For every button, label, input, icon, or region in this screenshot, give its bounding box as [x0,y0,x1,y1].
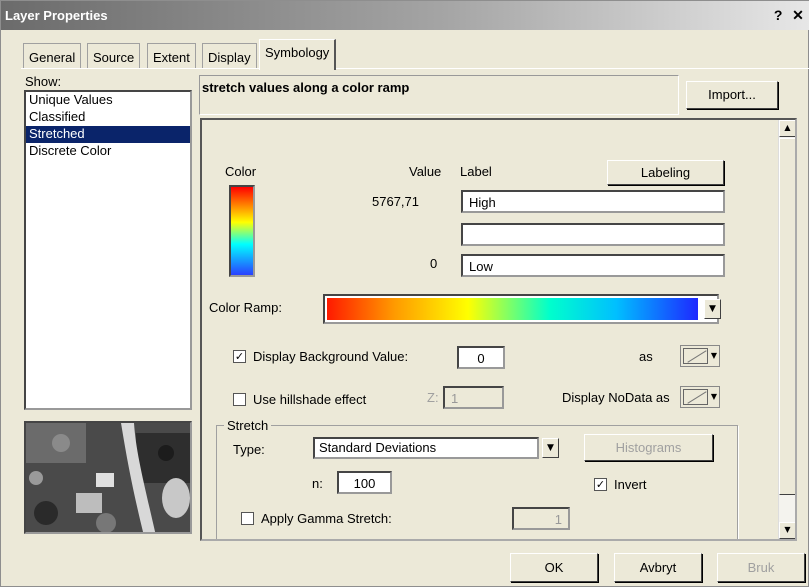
show-item-discrete-color[interactable]: Discrete Color [26,143,190,160]
stretch-type-dropdown-arrow[interactable]: ▼ [542,438,559,458]
gamma-stretch-checkbox[interactable] [241,512,254,525]
color-header: Color [225,164,257,179]
tab-extent[interactable]: Extent [147,43,196,69]
color-ramp-legend[interactable] [229,185,255,277]
chevron-down-icon: ▼ [710,392,717,401]
cancel-button[interactable]: Avbryt [614,553,702,582]
stretch-group-title: Stretch [224,418,272,433]
no-color-swatch-icon [683,389,708,405]
renderer-description: stretch values along a color ramp [199,75,679,115]
stretch-type-select[interactable]: Standard Deviations [313,437,539,459]
invert-checkbox[interactable]: ✓ [594,478,607,491]
value-header: Value [409,164,442,179]
tab-symbology[interactable]: Symbology [259,39,337,70]
color-ramp-dropdown-arrow[interactable]: ▼ [704,299,721,319]
labeling-button[interactable]: Labeling [607,160,724,185]
import-button[interactable]: Import... [686,81,778,109]
hillshade-checkbox[interactable] [233,393,246,406]
background-color-picker[interactable]: ▼ [680,345,720,367]
chevron-down-icon: ▼ [710,351,717,360]
ok-button[interactable]: OK [510,553,598,582]
title-buttons: ? ✕ [770,7,806,24]
scroll-down-icon[interactable]: ▼ [779,522,795,539]
low-label-input[interactable]: Low [461,254,725,277]
invert-label: Invert [614,477,647,492]
hillshade-label: Use hillshade effect [253,392,367,407]
show-list[interactable]: Unique Values Classified Stretched Discr… [24,90,192,410]
apply-button[interactable]: Bruk [717,553,805,582]
nodata-color-picker[interactable]: ▼ [680,386,720,408]
scroll-thumb[interactable] [779,138,795,495]
tab-source[interactable]: Source [87,43,141,69]
help-button[interactable]: ? [770,7,786,23]
tab-general[interactable]: General [23,43,82,69]
display-background-checkbox[interactable]: ✓ [233,350,246,363]
show-item-unique-values[interactable]: Unique Values [26,92,190,109]
layer-preview-image [24,421,192,534]
stretch-type-label: Type: [233,442,265,457]
low-value: 0 [430,256,438,271]
z-label: Z: [427,390,439,405]
background-value-input[interactable]: 0 [457,346,505,369]
symbology-panel: Color Value Label Labeling 5767,71 High … [200,118,797,541]
high-label-input[interactable]: High [461,190,725,213]
vertical-scrollbar[interactable]: ▲ ▼ [778,120,795,539]
color-ramp-label: Color Ramp: [209,300,282,315]
no-color-swatch-icon [683,348,708,364]
label-header: Label [460,164,492,179]
n-value-input[interactable]: 100 [337,471,392,494]
show-item-classified[interactable]: Classified [26,109,190,126]
layer-properties-dialog: Layer Properties ? ✕ General Source Exte… [0,0,809,587]
gamma-stretch-label: Apply Gamma Stretch: [261,511,392,526]
high-value: 5767,71 [372,194,419,209]
gamma-value-input[interactable]: 1 [512,507,570,530]
close-button[interactable]: ✕ [790,7,806,24]
nodata-label: Display NoData as [562,390,670,405]
z-factor-input[interactable]: 1 [443,386,504,409]
histograms-button[interactable]: Histograms [584,434,713,461]
window-title: Layer Properties [5,8,108,23]
color-ramp-select[interactable] [323,294,719,324]
display-background-label: Display Background Value: [253,349,409,364]
title-bar: Layer Properties ? ✕ [1,1,809,30]
scroll-up-icon[interactable]: ▲ [779,120,795,137]
as-label: as [639,349,653,364]
show-item-stretched[interactable]: Stretched [26,126,190,143]
n-label: n: [312,476,323,491]
show-label: Show: [25,74,62,89]
mid-label-input[interactable] [461,223,725,246]
tab-display[interactable]: Display [202,43,257,69]
